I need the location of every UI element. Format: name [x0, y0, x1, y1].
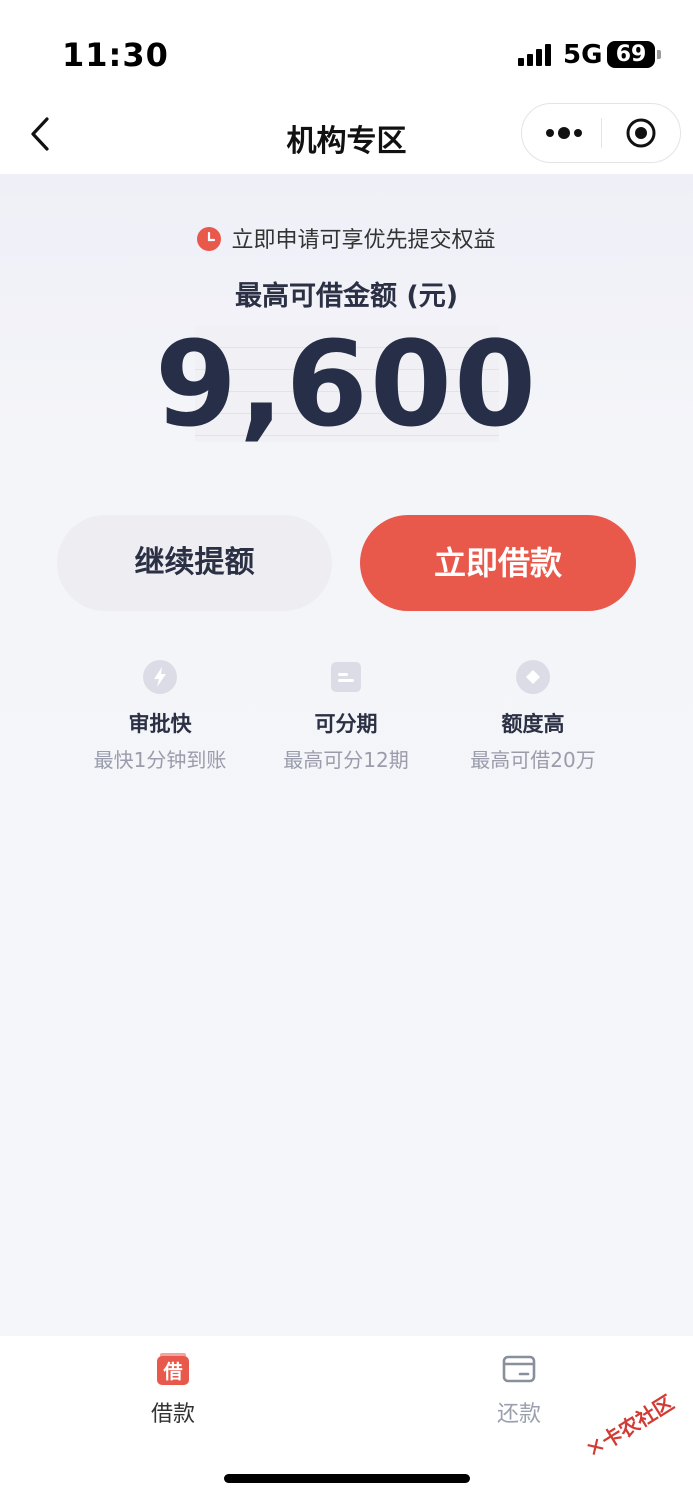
- document-icon: [329, 660, 363, 694]
- feature-title: 额度高: [501, 712, 565, 736]
- notice-text: 立即申请可享优先提交权益: [231, 228, 496, 253]
- lightning-icon: [143, 660, 177, 694]
- feature-installments: 可分期 最高可分12期: [253, 660, 439, 773]
- feature-fast-approval: 审批快 最快1分钟到账: [67, 660, 253, 773]
- feature-subtitle: 最高可借20万: [470, 748, 596, 772]
- amount-label: 最高可借金额 (元): [234, 281, 459, 312]
- tab-repay[interactable]: 还款: [459, 1352, 579, 1428]
- feature-high-limit: 额度高 最高可借20万: [440, 660, 626, 773]
- network-label: 5G: [563, 40, 603, 70]
- feature-list: 审批快 最快1分钟到账 可分期 最高可分12期 额度高 最高可借20万: [0, 660, 693, 780]
- status-time: 11:30: [62, 36, 169, 74]
- target-circle-icon: [626, 118, 656, 148]
- max-amount: 9,600: [154, 315, 539, 453]
- status-bar: 11:30 5G 69: [0, 0, 693, 100]
- navbar: 机构专区: [0, 100, 693, 174]
- priority-notice: 立即申请可享优先提交权益: [0, 222, 693, 254]
- more-button[interactable]: [544, 122, 584, 144]
- capsule-divider: [601, 118, 602, 148]
- feature-subtitle: 最快1分钟到账: [93, 748, 227, 772]
- tab-borrow[interactable]: 借 借款: [113, 1352, 233, 1428]
- increase-limit-button[interactable]: 继续提额: [57, 515, 332, 611]
- close-mini-program-button[interactable]: [626, 118, 656, 148]
- card-icon: [502, 1352, 536, 1386]
- diamond-icon: [516, 660, 550, 694]
- main-content: 立即申请可享优先提交权益 最高可借金额 (元) 9,600 继续提额 立即借款 …: [0, 174, 693, 1336]
- feature-title: 可分期: [314, 712, 378, 736]
- home-indicator: [224, 1474, 470, 1483]
- battery-tip: [657, 50, 661, 59]
- tab-bar: 借 借款 还款: [0, 1336, 693, 1500]
- tab-label: 还款: [496, 1402, 541, 1427]
- signal-icon: [518, 44, 554, 66]
- mini-program-capsule: [521, 103, 681, 163]
- battery-icon: 69: [607, 41, 655, 68]
- tab-label: 借款: [150, 1402, 195, 1427]
- borrow-icon: 借: [156, 1352, 190, 1386]
- feature-subtitle: 最高可分12期: [283, 748, 409, 772]
- more-dots-icon: [546, 127, 582, 139]
- clock-icon: [197, 227, 222, 251]
- borrow-icon-text: 借: [162, 1360, 182, 1383]
- borrow-now-button[interactable]: 立即借款: [360, 515, 636, 611]
- feature-title: 审批快: [128, 712, 192, 736]
